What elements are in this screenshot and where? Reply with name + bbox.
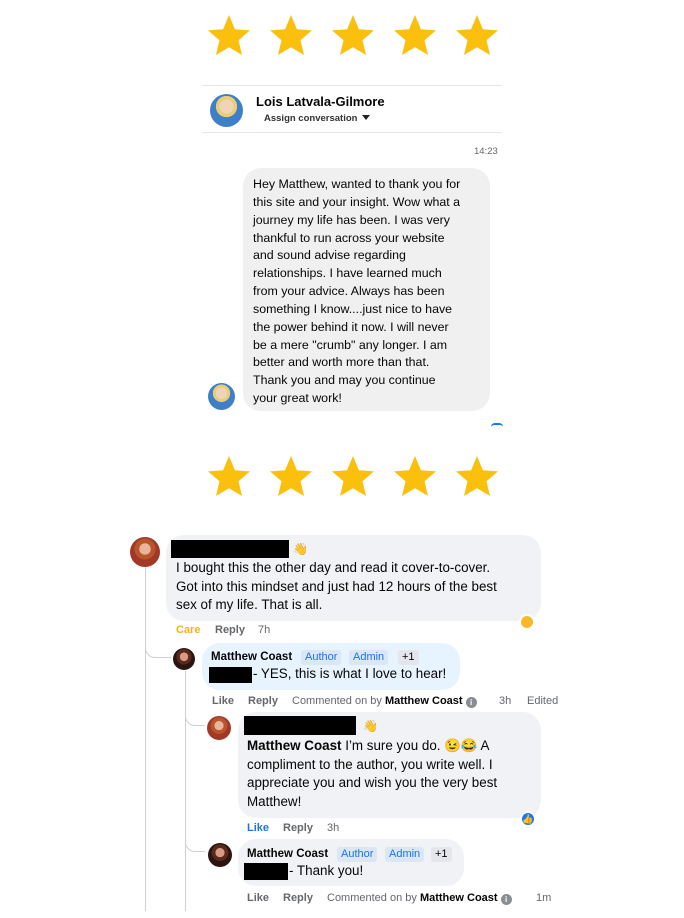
redacted-name	[244, 716, 356, 735]
text-line: Matthew!	[247, 793, 302, 809]
redacted-mention	[244, 863, 288, 880]
like-button[interactable]: Like	[247, 892, 269, 904]
conversation-header: Lois Latvala-Gilmore Assign conversation	[202, 85, 502, 133]
text-line: better and worth more than that.	[253, 355, 430, 370]
thread-connector	[185, 706, 205, 726]
comment-bubble: 👋 I bought this the other day and read i…	[166, 535, 541, 621]
reply-button[interactable]: Reply	[248, 695, 278, 707]
commenter-avatar[interactable]	[130, 537, 160, 567]
author-avatar[interactable]	[173, 648, 195, 670]
comment-text: I bought this the other day and read it …	[176, 559, 497, 615]
seen-indicator	[491, 423, 503, 427]
care-reaction-button[interactable]: Care	[176, 624, 200, 636]
mentioned-name[interactable]: Matthew Coast	[247, 738, 342, 753]
more-badges[interactable]: +1	[431, 847, 452, 862]
edited-label[interactable]: Edited	[527, 695, 558, 707]
text-line: I bought this the other day and read it …	[176, 560, 491, 575]
caret-down-icon	[362, 115, 371, 120]
comment-bubble: 👋 Matthew Coast I’m sure you do. 😉😂 A co…	[238, 712, 541, 818]
message-bubble: Hey Matthew, wanted to thank you for this…	[243, 168, 490, 411]
comment-time[interactable]: 7h	[258, 624, 270, 636]
comment-first-line: Matthew Coast I’m sure you do. 😉😂 A	[247, 737, 489, 756]
more-badges[interactable]: +1	[398, 650, 419, 665]
text-line: from your advice. Always has been	[253, 284, 445, 299]
reply-button[interactable]: Reply	[215, 624, 245, 636]
top-fan-badge-icon: 👋	[363, 719, 378, 733]
author-avatar[interactable]	[208, 843, 232, 867]
admin-badge: Admin	[385, 847, 425, 862]
redacted-name	[171, 540, 289, 558]
author-badge: Author	[337, 847, 378, 862]
admin-badge: Admin	[349, 650, 389, 665]
top-fan-badge-icon: 👋	[293, 542, 308, 556]
redacted-mention	[209, 667, 252, 683]
message-text: Hey Matthew, wanted to thank you for this…	[253, 176, 480, 408]
author-badge: Author	[301, 650, 342, 665]
contact-name[interactable]: Lois Latvala-Gilmore	[256, 94, 385, 109]
comment-time[interactable]: 3h	[499, 695, 511, 707]
reply-text: - YES, this is what I love to hear!	[253, 666, 447, 681]
star-icon	[207, 14, 251, 56]
author-reply-bubble: Matthew Coast Author Admin +1 - Thank yo…	[238, 839, 464, 886]
thread-connector	[185, 832, 205, 852]
comment-text: compliment to the author, you write well…	[247, 756, 497, 812]
text-line: appreciate you and wish you the very bes…	[247, 775, 498, 790]
thread-line	[145, 566, 146, 911]
commented-by-name[interactable]: Matthew Coast	[420, 892, 498, 904]
star-icon	[455, 455, 499, 497]
text-line: your great work!	[253, 391, 342, 406]
like-reaction-icon[interactable]: 👍	[520, 811, 536, 827]
star-icon	[269, 14, 313, 56]
reply-button[interactable]: Reply	[283, 892, 313, 904]
info-icon[interactable]: i	[465, 697, 477, 708]
commented-by-name[interactable]: Matthew Coast	[385, 695, 463, 707]
text-line: relationships. I have learned much	[253, 266, 442, 281]
info-icon[interactable]: i	[500, 894, 512, 905]
comment-time[interactable]: 1m	[536, 892, 551, 904]
care-reaction-icon[interactable]	[519, 614, 535, 630]
text-line: the power behind it now. I will never	[253, 319, 449, 334]
comment-text-start: I’m sure you do. 😉😂 A	[341, 738, 490, 753]
text-line: sex of my life. That is all.	[176, 597, 323, 612]
commented-prefix: Commented on by	[292, 695, 382, 707]
star-icon	[455, 14, 499, 56]
text-line: thankful to run across your website	[253, 230, 445, 245]
contact-avatar[interactable]	[210, 94, 243, 127]
star-icon	[269, 455, 313, 497]
star-icon	[331, 14, 375, 56]
text-line: and sound advise regarding	[253, 248, 406, 263]
text-line: compliment to the author, you write well…	[247, 756, 493, 772]
comment-time[interactable]: 3h	[327, 822, 339, 834]
text-line: this site and your insight. Wow what a	[253, 194, 461, 209]
like-button[interactable]: Like	[212, 695, 234, 707]
like-button[interactable]: Like	[247, 822, 269, 834]
text-line: Thank you and may you continue	[253, 373, 436, 388]
author-reply-bubble: Matthew Coast Author Admin +1 - YES, thi…	[202, 643, 460, 690]
text-line: journey my life has been. I was very	[253, 212, 450, 227]
thread-connector	[145, 640, 171, 658]
assign-conversation-dropdown[interactable]: Assign conversation	[264, 113, 371, 124]
star-icon	[207, 455, 251, 497]
text-line: Got into this mindset and just had 12 ho…	[176, 578, 497, 594]
commented-on-by: Commented on by Matthew Coast i	[292, 695, 477, 708]
text-line: be a mere "crumb" any longer. I am	[253, 337, 448, 352]
assign-conversation-label: Assign conversation	[264, 113, 358, 124]
reply-button[interactable]: Reply	[283, 822, 313, 834]
top-star-rating	[0, 14, 684, 66]
star-icon	[331, 455, 375, 497]
middle-star-rating	[0, 455, 684, 507]
commented-prefix: Commented on by	[327, 892, 417, 904]
commented-on-by: Commented on by Matthew Coast i	[327, 892, 512, 905]
star-icon	[393, 455, 437, 497]
text-line: Hey Matthew, wanted to thank you for	[253, 177, 461, 191]
sender-avatar[interactable]	[208, 383, 235, 410]
commenter-avatar[interactable]	[207, 716, 231, 740]
author-name[interactable]: Matthew Coast	[211, 648, 292, 667]
reply-text: - Thank you!	[289, 863, 364, 878]
author-name[interactable]: Matthew Coast	[247, 845, 328, 864]
message-timestamp: 14:23	[474, 146, 498, 157]
star-icon	[393, 14, 437, 56]
text-line: something I know....just nice to have	[253, 301, 453, 316]
